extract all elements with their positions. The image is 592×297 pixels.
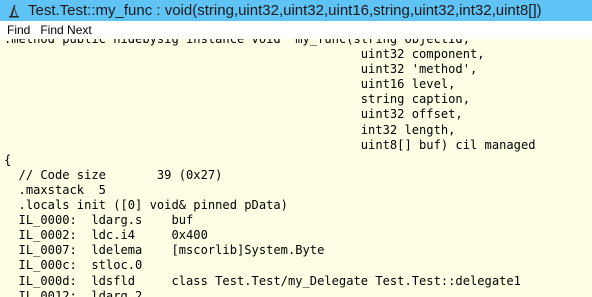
code-line: uint8[] buf) cil managed	[4, 137, 536, 152]
code-line: uint32 'method',	[4, 62, 478, 77]
window-title: Test.Test::my_func : void(string,uint32,…	[28, 2, 542, 19]
code-line: uint32 component,	[4, 47, 485, 62]
menu-find[interactable]: Find	[0, 21, 35, 39]
code-line: .maxstack 5	[4, 182, 106, 197]
code-line: uint32 offset,	[4, 107, 463, 122]
code-line: string caption,	[4, 92, 470, 107]
app-icon	[9, 4, 19, 17]
code-line: // Code size 39 (0x27)	[4, 167, 223, 182]
window-controls-area[interactable]	[548, 0, 592, 21]
code-line: IL_0007: ldelema [mscorlib]System.Byte	[4, 243, 325, 258]
code-line: IL_000d: ldsfld class Test.Test/my_Deleg…	[4, 273, 521, 288]
il-code-view[interactable]: .method public hidebysig instance void m…	[0, 39, 592, 297]
code-line: int32 length,	[4, 122, 456, 137]
code-line: IL_0002: ldc.i4 0x400	[4, 228, 208, 243]
il-code-listing: .method public hidebysig instance void m…	[4, 39, 536, 297]
code-line: IL_0012: ldarg.2	[4, 288, 143, 297]
code-line: uint16 level,	[4, 77, 456, 92]
menu-bar: Find Find Next	[0, 21, 592, 40]
code-line: {	[4, 152, 12, 167]
ildasm-method-window: Test.Test::my_func : void(string,uint32,…	[0, 0, 592, 297]
code-line: .locals init ([0] void& pinned pData)	[4, 198, 288, 213]
code-line: IL_000c: stloc.0	[4, 258, 143, 273]
title-bar[interactable]: Test.Test::my_func : void(string,uint32,…	[0, 0, 592, 21]
code-line: .method public hidebysig instance void m…	[4, 39, 470, 46]
menu-find-next[interactable]: Find Next	[35, 21, 96, 39]
code-line: IL_0000: ldarg.s buf	[4, 213, 194, 228]
